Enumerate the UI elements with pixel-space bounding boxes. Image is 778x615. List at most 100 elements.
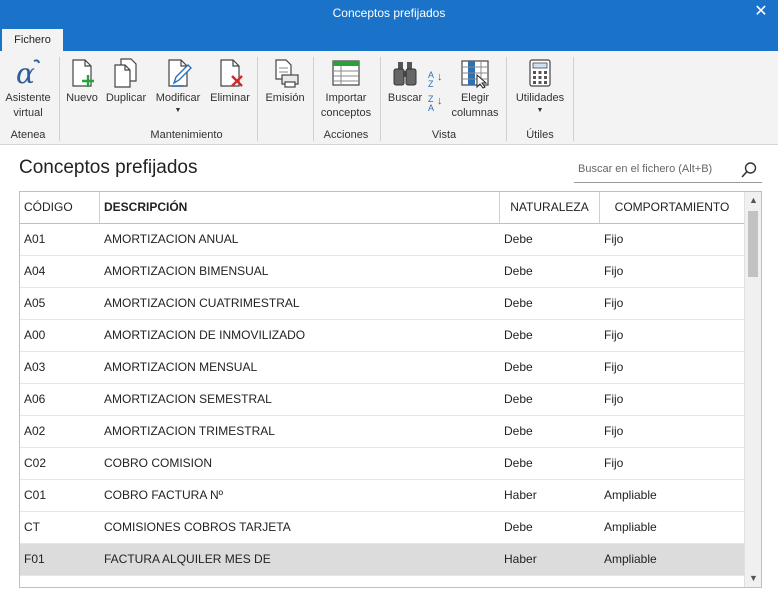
cell-codigo: A01: [24, 232, 46, 246]
eliminar-button[interactable]: Eliminar: [207, 57, 253, 106]
table-row[interactable]: A05 AMORTIZACION CUATRIMESTRAL Debe Fijo: [20, 288, 744, 320]
asistente-virtual-button[interactable]: α Asistente virtual: [2, 57, 54, 121]
cell-comportamiento: Ampliable: [604, 488, 657, 502]
binoculars-icon: [389, 57, 421, 89]
column-header-descripcion[interactable]: DESCRIPCIÓN: [100, 192, 500, 223]
cell-naturaleza: Debe: [504, 392, 533, 406]
cell-descripcion: AMORTIZACION TRIMESTRAL: [104, 424, 275, 438]
emision-label: Emisión: [265, 92, 305, 104]
table-row[interactable]: A03 AMORTIZACION MENSUAL Debe Fijo: [20, 352, 744, 384]
cell-descripcion: AMORTIZACION MENSUAL: [104, 360, 258, 374]
table-row[interactable]: CT COMISIONES COBROS TARJETA Debe Ampliable: [20, 512, 744, 544]
column-header-comportamiento[interactable]: COMPORTAMIENTO: [600, 192, 744, 223]
cell-codigo: CT: [24, 520, 40, 534]
cell-codigo: C02: [24, 456, 47, 470]
cell-comportamiento: Fijo: [604, 328, 624, 342]
utilidades-label: Utilidades: [515, 92, 565, 104]
sort-descending-button[interactable]: Z A ↓: [428, 95, 444, 115]
cell-naturaleza: Debe: [504, 296, 533, 310]
table-header: CÓDIGO DESCRIPCIÓN NATURALEZA COMPORTAMI…: [20, 192, 744, 224]
cell-codigo: A02: [24, 424, 46, 438]
table-row[interactable]: C02 COBRO COMISION Debe Fijo: [20, 448, 744, 480]
emision-button[interactable]: Emisión: [262, 57, 308, 106]
cell-descripcion: AMORTIZACION SEMESTRAL: [104, 392, 272, 406]
cell-codigo: A06: [24, 392, 46, 406]
table-row[interactable]: A01 AMORTIZACION ANUAL Debe Fijo: [20, 224, 744, 256]
search-icon[interactable]: [740, 161, 758, 179]
arrow-down-icon: ↓: [437, 95, 443, 107]
cell-codigo: F01: [24, 552, 45, 566]
table-row[interactable]: A00 AMORTIZACION DE INMOVILIZADO Debe Fijo: [20, 320, 744, 352]
search-input[interactable]: [574, 159, 734, 179]
chevron-down-icon: ▼: [536, 107, 544, 114]
vertical-scrollbar[interactable]: ▲ ▼: [744, 192, 761, 587]
ribbon-separator: [506, 57, 507, 141]
group-label-vista: Vista: [431, 129, 457, 141]
table-row[interactable]: A02 AMORTIZACION TRIMESTRAL Debe Fijo: [20, 416, 744, 448]
cell-descripcion: COMISIONES COBROS TARJETA: [104, 520, 291, 534]
delete-document-icon: [214, 57, 246, 89]
nuevo-button[interactable]: Nuevo: [63, 57, 101, 106]
cell-descripcion: COBRO COMISION: [104, 456, 213, 470]
group-label-acciones: Acciones: [323, 129, 369, 141]
elegir-columnas-button[interactable]: Elegir columnas: [449, 57, 501, 121]
ribbon-separator: [573, 57, 574, 141]
search-box: [574, 157, 762, 183]
cell-comportamiento: Fijo: [604, 392, 624, 406]
table-row[interactable]: F01 FACTURA ALQUILER MES DE Haber Ampliable: [20, 544, 744, 576]
scroll-up-icon[interactable]: ▲: [745, 192, 761, 209]
tab-fichero[interactable]: Fichero: [2, 29, 63, 51]
asistente-label-2: virtual: [13, 107, 43, 119]
cell-codigo: A04: [24, 264, 46, 278]
ribbon: α Asistente virtual Atenea Nuevo Duplica…: [0, 51, 778, 145]
new-document-icon: [66, 57, 98, 89]
group-label-atenea: Atenea: [10, 129, 46, 141]
cell-comportamiento: Fijo: [604, 456, 624, 470]
cell-descripcion: AMORTIZACION CUATRIMESTRAL: [104, 296, 300, 310]
importar-label-2: conceptos: [320, 107, 372, 119]
sort-ascending-button[interactable]: A Z ↓: [428, 71, 444, 91]
ribbon-tab-bar: Fichero: [0, 27, 778, 51]
group-label-mantenimiento: Mantenimiento: [150, 129, 223, 141]
columns-icon: [459, 57, 491, 89]
eliminar-label: Eliminar: [210, 92, 250, 104]
importar-label-1: Importar: [325, 92, 367, 104]
utilidades-button[interactable]: Utilidades ▼: [511, 57, 569, 116]
buscar-label: Buscar: [387, 92, 423, 104]
ribbon-separator: [59, 57, 60, 141]
cell-naturaleza: Debe: [504, 424, 533, 438]
cell-naturaleza: Debe: [504, 264, 533, 278]
window-title-bar: Conceptos prefijados ✕: [0, 0, 778, 27]
table-body: A01 AMORTIZACION ANUAL Debe Fijo A04 AMORTIZA…: [20, 224, 744, 576]
close-button[interactable]: ✕: [752, 2, 770, 22]
column-header-naturaleza[interactable]: NATURALEZA: [500, 192, 600, 223]
cell-comportamiento: Fijo: [604, 232, 624, 246]
table-row[interactable]: C01 COBRO FACTURA Nº Haber Ampliable: [20, 480, 744, 512]
cell-descripcion: AMORTIZACION BIMENSUAL: [104, 264, 269, 278]
duplicate-icon: [110, 57, 142, 89]
cell-codigo: A00: [24, 328, 46, 342]
cell-naturaleza: Haber: [504, 488, 537, 502]
ribbon-separator: [313, 57, 314, 141]
conceptos-table: CÓDIGO DESCRIPCIÓN NATURALEZA COMPORTAMI…: [19, 191, 762, 588]
cell-descripcion: AMORTIZACION DE INMOVILIZADO: [104, 328, 306, 342]
import-icon: [330, 57, 362, 89]
table-row[interactable]: A04 AMORTIZACION BIMENSUAL Debe Fijo: [20, 256, 744, 288]
buscar-button[interactable]: Buscar: [384, 57, 426, 106]
cell-comportamiento: Ampliable: [604, 520, 657, 534]
column-header-codigo[interactable]: CÓDIGO: [20, 192, 100, 223]
scroll-down-icon[interactable]: ▼: [745, 570, 761, 587]
modificar-label: Modificar: [155, 92, 201, 104]
window-title: Conceptos prefijados: [332, 6, 446, 20]
importar-conceptos-button[interactable]: Importar conceptos: [317, 57, 375, 121]
table-row[interactable]: A06 AMORTIZACION SEMESTRAL Debe Fijo: [20, 384, 744, 416]
duplicar-button[interactable]: Duplicar: [103, 57, 149, 106]
scrollbar-thumb[interactable]: [748, 211, 758, 277]
cell-codigo: C01: [24, 488, 47, 502]
cell-codigo: A03: [24, 360, 46, 374]
cell-comportamiento: Fijo: [604, 264, 624, 278]
cell-comportamiento: Ampliable: [604, 552, 657, 566]
edit-document-icon: [162, 57, 194, 89]
modificar-button[interactable]: Modificar ▼: [152, 57, 204, 116]
group-label-utiles: Útiles: [526, 129, 554, 141]
